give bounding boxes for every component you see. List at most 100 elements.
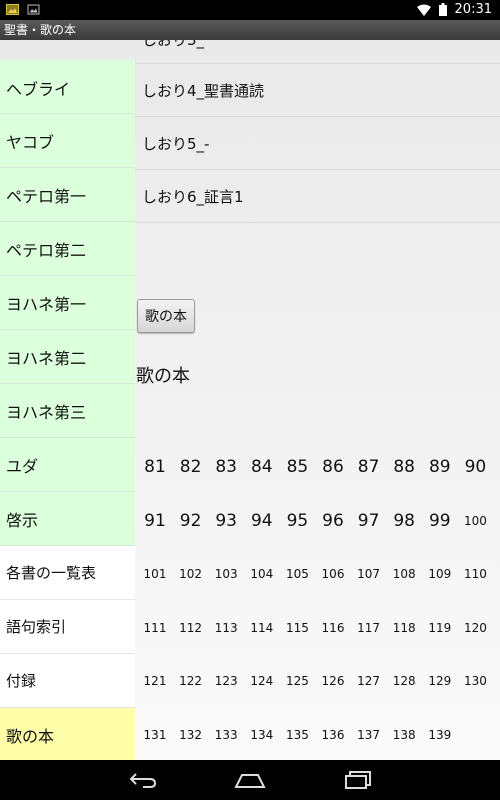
sidebar-item[interactable]: 各書の一覧表: [0, 546, 135, 600]
status-time: 20:31: [454, 2, 492, 17]
sidebar-item[interactable]: ペテロ第二: [0, 222, 135, 276]
song-number[interactable]: 110: [458, 567, 492, 581]
sidebar-item[interactable]: ヤコブ: [0, 114, 135, 168]
bookmark-item[interactable]: しおり6_証言1: [135, 170, 500, 223]
song-number[interactable]: 84: [245, 457, 279, 477]
bookmark-item[interactable]: しおり4_聖書通読: [135, 64, 500, 117]
song-number[interactable]: 97: [352, 511, 386, 531]
sidebar-item-label: 啓示: [6, 510, 39, 530]
song-number[interactable]: 90: [458, 457, 492, 477]
song-number[interactable]: 88: [387, 457, 421, 477]
back-icon: [129, 773, 157, 788]
song-number[interactable]: 138: [387, 728, 421, 742]
sidebar-item[interactable]: 語句索引: [0, 600, 135, 654]
song-number[interactable]: 124: [245, 674, 279, 688]
song-number[interactable]: 100: [458, 514, 492, 528]
song-number[interactable]: 132: [174, 728, 208, 742]
song-number[interactable]: 125: [280, 674, 314, 688]
sidebar-item[interactable]: ヘブライ: [0, 60, 135, 114]
bookmark-item[interactable]: しおり5_-: [135, 117, 500, 170]
sidebar-item-label: ヘブライ: [6, 79, 71, 99]
song-number[interactable]: 131: [138, 728, 172, 742]
song-number[interactable]: 93: [209, 511, 243, 531]
bookmark-item[interactable]: しおり3_: [135, 40, 500, 64]
song-book-button[interactable]: 歌の本: [137, 299, 195, 333]
status-bar: 20:31: [0, 0, 500, 20]
song-number[interactable]: 123: [209, 674, 243, 688]
home-button[interactable]: [220, 766, 280, 794]
song-number[interactable]: 94: [245, 511, 279, 531]
sidebar-item-label: ペテロ第二: [6, 240, 87, 260]
song-number[interactable]: 96: [316, 511, 350, 531]
song-number[interactable]: 115: [280, 621, 314, 635]
song-number[interactable]: 82: [174, 457, 208, 477]
sidebar-item-label: 各書の一覧表: [6, 564, 97, 582]
sidebar-item-label: ヨハネ第二: [6, 348, 87, 368]
sidebar-item[interactable]: 付録: [0, 654, 135, 708]
song-number[interactable]: 122: [174, 674, 208, 688]
song-number[interactable]: 98: [387, 511, 421, 531]
recents-button[interactable]: [328, 766, 388, 794]
song-number[interactable]: 106: [316, 567, 350, 581]
song-number[interactable]: 108: [387, 567, 421, 581]
song-number[interactable]: 134: [245, 728, 279, 742]
sidebar-item[interactable]: 歌の本: [0, 708, 135, 760]
song-number[interactable]: 137: [352, 728, 386, 742]
song-number[interactable]: 103: [209, 567, 243, 581]
song-number[interactable]: 89: [423, 457, 457, 477]
sidebar-item[interactable]: 啓示: [0, 492, 135, 546]
song-number[interactable]: 121: [138, 674, 172, 688]
song-number[interactable]: 133: [209, 728, 243, 742]
song-number[interactable]: 87: [352, 457, 386, 477]
navigation-bar: [0, 760, 500, 800]
song-number[interactable]: 117: [352, 621, 386, 635]
sidebar-item-label: ヨハネ第三: [6, 402, 87, 422]
back-button[interactable]: [113, 766, 173, 794]
song-number[interactable]: 81: [138, 457, 172, 477]
sidebar-item-label: ペテロ第一: [6, 186, 87, 206]
gallery-icon: [6, 4, 19, 15]
song-number[interactable]: 111: [138, 621, 172, 635]
sidebar-item[interactable]: ペテロ第一: [0, 168, 135, 222]
song-number[interactable]: 119: [423, 621, 457, 635]
sidebar-item[interactable]: ユダ: [0, 438, 135, 492]
song-number[interactable]: 127: [352, 674, 386, 688]
wifi-icon: [416, 4, 431, 16]
sidebar-item[interactable]: ヨハネ第三: [0, 384, 135, 438]
song-number[interactable]: 95: [280, 511, 314, 531]
song-number[interactable]: 99: [423, 511, 457, 531]
song-number[interactable]: 91: [138, 511, 172, 531]
song-number[interactable]: 114: [245, 621, 279, 635]
song-number[interactable]: 83: [209, 457, 243, 477]
song-number[interactable]: 120: [458, 621, 492, 635]
song-number[interactable]: 129: [423, 674, 457, 688]
bookmark-label: しおり6_証言1: [142, 187, 244, 206]
song-number[interactable]: 112: [174, 621, 208, 635]
song-number[interactable]: 139: [423, 728, 457, 742]
sidebar-item-label: ヨハネ第一: [6, 294, 87, 314]
song-number[interactable]: 92: [174, 511, 208, 531]
song-number[interactable]: 126: [316, 674, 350, 688]
song-number[interactable]: 85: [280, 457, 314, 477]
song-number[interactable]: 104: [245, 567, 279, 581]
song-number[interactable]: 86: [316, 457, 350, 477]
section-title: 歌の本: [136, 366, 190, 387]
song-number[interactable]: 130: [458, 674, 492, 688]
song-number[interactable]: 118: [387, 621, 421, 635]
song-number[interactable]: 107: [352, 567, 386, 581]
song-number[interactable]: 116: [316, 621, 350, 635]
sidebar-item[interactable]: ヨハネ第二: [0, 330, 135, 384]
song-number[interactable]: 101: [138, 567, 172, 581]
song-number[interactable]: 109: [423, 567, 457, 581]
sidebar: ヘブライヤコブペテロ第一ペテロ第二ヨハネ第一ヨハネ第二ヨハネ第三ユダ啓示各書の一…: [0, 60, 135, 760]
song-number[interactable]: 102: [174, 567, 208, 581]
sidebar-item[interactable]: ヨハネ第一: [0, 276, 135, 330]
recents-icon: [345, 771, 371, 789]
photo-icon: [27, 4, 40, 15]
sidebar-item-label: ヤコブ: [6, 132, 55, 152]
song-number[interactable]: 128: [387, 674, 421, 688]
song-number[interactable]: 113: [209, 621, 243, 635]
song-number[interactable]: 136: [316, 728, 350, 742]
song-number[interactable]: 135: [280, 728, 314, 742]
song-number[interactable]: 105: [280, 567, 314, 581]
